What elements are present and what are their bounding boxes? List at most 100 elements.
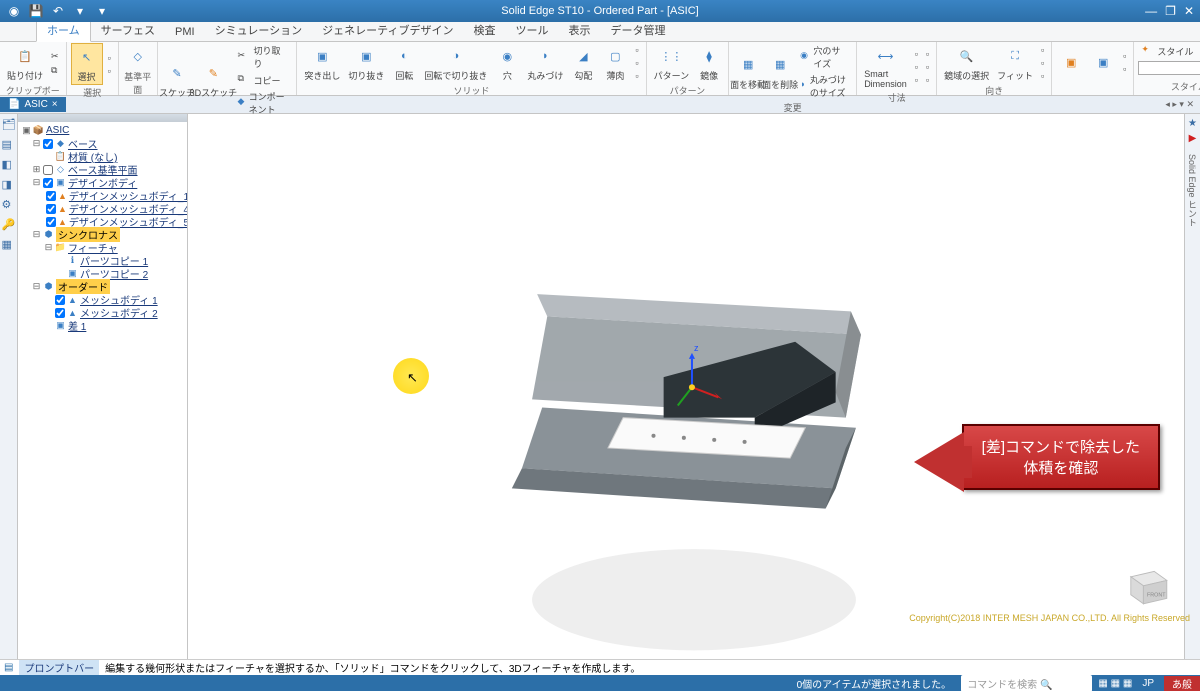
undo-icon[interactable]: ↶ bbox=[48, 2, 68, 20]
tab-data[interactable]: データ管理 bbox=[600, 19, 675, 41]
viewport[interactable]: z ↖ [差]コマンドで除去した 体積を確認 FRONT ★ ▶ Solid E… bbox=[188, 114, 1200, 659]
command-search[interactable]: コマンドを検索 🔍 bbox=[961, 675, 1092, 692]
orient-extra1[interactable]: ▫ bbox=[1038, 44, 1047, 56]
status-ime[interactable]: あ般 bbox=[1164, 676, 1200, 691]
dim-extra2[interactable]: ▫ bbox=[912, 61, 921, 73]
tab-generative[interactable]: ジェネレーティブデザイン bbox=[312, 19, 463, 41]
tools-icon[interactable]: ⚙ bbox=[2, 198, 16, 212]
layers-icon[interactable]: ▤ bbox=[2, 138, 16, 152]
feature-tree: ▣📦ASIC ⊟◆ベース 📋材質 (なし) ⊞◇ベース基準平面 ⊟▣デザインボデ… bbox=[18, 122, 187, 334]
sensors-icon[interactable]: ◧ bbox=[2, 158, 16, 172]
tree-check[interactable] bbox=[43, 178, 53, 188]
minimize-icon[interactable]: — bbox=[1145, 4, 1157, 18]
misc-icon[interactable]: ▦ bbox=[2, 238, 16, 252]
doc-tab-close-icon[interactable]: × bbox=[52, 99, 58, 110]
tab-surface[interactable]: サーフェス bbox=[91, 19, 165, 41]
panel-grip[interactable] bbox=[18, 114, 187, 122]
tab-simulation[interactable]: シミュレーション bbox=[205, 19, 313, 41]
thin-button[interactable]: ▢薄肉 bbox=[600, 43, 630, 83]
paste-button[interactable]: 📋 貼り付け bbox=[4, 43, 46, 83]
style-dropdown[interactable]: ▾ bbox=[1138, 61, 1200, 75]
copy-small-button[interactable]: ⧉ bbox=[48, 64, 62, 77]
maximize-icon[interactable]: ❐ bbox=[1165, 4, 1176, 18]
roundsize-button[interactable]: ◗丸みづけのサイズ bbox=[797, 72, 852, 100]
cut-small-button[interactable]: ✂ bbox=[48, 50, 62, 63]
solid-extra3[interactable]: ▫ bbox=[632, 70, 641, 82]
select-opt1[interactable]: ▫ bbox=[105, 52, 114, 64]
deleteface-button[interactable]: ▦面を削除 bbox=[765, 52, 795, 92]
region-button[interactable]: 🔍鏡域の選択 bbox=[941, 43, 992, 83]
dim-extra1[interactable]: ▫ bbox=[912, 48, 921, 60]
save-icon[interactable]: 💾 bbox=[26, 2, 46, 20]
group-plane: ◇ 基準平面 bbox=[119, 42, 158, 95]
cut-button[interactable]: ▣切り抜き bbox=[345, 43, 387, 83]
youtube-icon[interactable]: ▶ bbox=[1189, 133, 1197, 144]
key-icon[interactable]: 🔑 bbox=[2, 218, 16, 232]
solid-extra2[interactable]: ▫ bbox=[632, 57, 641, 69]
dim-extra6[interactable]: ▫ bbox=[923, 74, 932, 86]
fit-button[interactable]: ⛶フィット bbox=[994, 43, 1036, 83]
doc-tab-controls[interactable]: ◂ ▸ ▾ ✕ bbox=[1165, 99, 1200, 110]
pattern-button[interactable]: ⋮⋮パターン bbox=[651, 43, 693, 83]
orient-extra2[interactable]: ▫ bbox=[1038, 57, 1047, 69]
hole-icon: ◉ bbox=[495, 44, 519, 68]
redo-icon[interactable]: ▾ bbox=[70, 2, 90, 20]
orient-extra3[interactable]: ▫ bbox=[1038, 70, 1047, 82]
sketch-button[interactable]: ✎ スケッチ bbox=[162, 60, 192, 100]
favorites-icon[interactable]: ★ bbox=[1188, 118, 1197, 129]
tree-check[interactable] bbox=[46, 191, 56, 201]
tree-root[interactable]: ▣📦ASIC bbox=[20, 124, 185, 137]
tab-view[interactable]: 表示 bbox=[558, 19, 600, 41]
right-label[interactable]: Solid Edge ヒント bbox=[1186, 154, 1199, 227]
draft-button[interactable]: ◢勾配 bbox=[568, 43, 598, 83]
sketch3d-button[interactable]: ✎ 3Dスケッチ bbox=[194, 60, 232, 100]
tab-tools[interactable]: ツール bbox=[505, 19, 558, 41]
mirror-button[interactable]: ⧫鏡像 bbox=[694, 43, 724, 83]
pattern-icon: ⋮⋮ bbox=[659, 44, 683, 68]
revcut-button[interactable]: ◑回転で切り抜き bbox=[421, 43, 490, 83]
style1-button[interactable]: ▣ bbox=[1056, 50, 1086, 76]
sketch-copy-button[interactable]: ⧉コピー bbox=[235, 72, 293, 88]
moveface-button[interactable]: ▦面を移動 bbox=[733, 52, 763, 92]
doc-tab-label: ASIC bbox=[24, 99, 47, 110]
tree-check[interactable] bbox=[55, 295, 65, 305]
smart-dim-button[interactable]: ⟷Smart Dimension bbox=[861, 43, 910, 90]
group-solid: ▣突き出し ▣切り抜き ◐回転 ◑回転で切り抜き ◉穴 ◗丸みづけ ◢勾配 ▢薄… bbox=[297, 42, 646, 95]
style-extra1[interactable]: ▫ bbox=[1120, 50, 1129, 62]
status-extra[interactable]: ▦ ▦ ▦ bbox=[1092, 678, 1138, 689]
solid-extra1[interactable]: ▫ bbox=[632, 44, 641, 56]
extrude-button[interactable]: ▣突き出し bbox=[301, 43, 343, 83]
round-button[interactable]: ◗丸みづけ bbox=[524, 43, 566, 83]
holesize-button[interactable]: ◉穴のサイズ bbox=[797, 43, 852, 71]
style2-button[interactable]: ▣ bbox=[1088, 50, 1118, 76]
copyright-text: Copyright(C)2018 INTER MESH JAPAN CO.,LT… bbox=[909, 613, 1190, 623]
tree-diff1[interactable]: ▣差 1 bbox=[20, 319, 185, 332]
close-icon[interactable]: ✕ bbox=[1184, 4, 1194, 18]
style-extra2[interactable]: ▫ bbox=[1120, 63, 1129, 75]
app-menu-icon[interactable]: ◉ bbox=[4, 2, 24, 20]
dim-extra3[interactable]: ▫ bbox=[912, 74, 921, 86]
tree-obody2[interactable]: ▲メッシュボディ 2 bbox=[20, 306, 185, 319]
qat-dropdown-icon[interactable]: ▾ bbox=[92, 2, 112, 20]
plane-button[interactable]: ◇ bbox=[123, 43, 153, 69]
dim-extra5[interactable]: ▫ bbox=[923, 61, 932, 73]
select-opt2[interactable]: ▫ bbox=[105, 65, 114, 77]
pathfinder-icon[interactable]: 🗂 bbox=[2, 118, 16, 132]
tree-check[interactable] bbox=[43, 139, 53, 149]
view-cube[interactable]: FRONT bbox=[1120, 557, 1174, 611]
status-lang[interactable]: JP bbox=[1138, 678, 1158, 689]
tree-check[interactable] bbox=[46, 217, 56, 227]
tab-inspect[interactable]: 検査 bbox=[463, 19, 505, 41]
select-button[interactable]: ↖ 選択 bbox=[71, 43, 103, 85]
tree-check[interactable] bbox=[43, 165, 53, 175]
hole-button[interactable]: ◉穴 bbox=[492, 43, 522, 83]
tree-check[interactable] bbox=[55, 308, 65, 318]
family-icon[interactable]: ◨ bbox=[2, 178, 16, 192]
tab-pmi[interactable]: PMI bbox=[165, 23, 205, 41]
tree-check[interactable] bbox=[46, 204, 56, 214]
revolve-button[interactable]: ◐回転 bbox=[389, 43, 419, 83]
doc-tab-asic[interactable]: 📄 ASIC × bbox=[0, 97, 66, 112]
sketch-component-button[interactable]: ◆コンポーネント bbox=[235, 89, 293, 117]
sketch-cut-button[interactable]: ✂切り取り bbox=[235, 43, 293, 71]
dim-extra4[interactable]: ▫ bbox=[923, 48, 932, 60]
